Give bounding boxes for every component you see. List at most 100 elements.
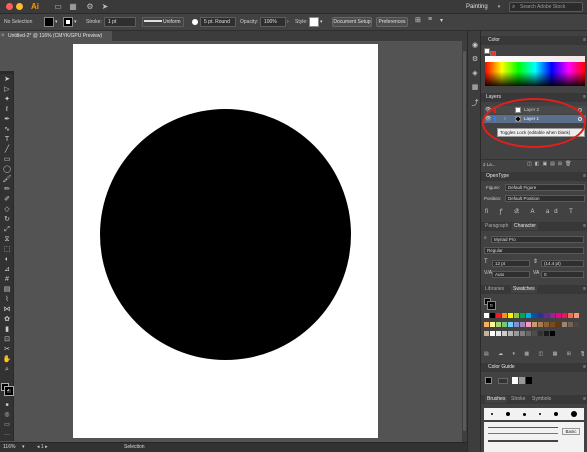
swatch[interactable] <box>502 313 507 318</box>
swatch[interactable] <box>556 322 561 327</box>
gear-icon[interactable]: ⚙ <box>470 55 480 63</box>
symbol-sprayer-tool-icon[interactable]: ✿ <box>1 315 13 324</box>
type-tool-icon[interactable]: T <box>1 135 13 144</box>
swatch[interactable] <box>574 313 579 318</box>
swatch[interactable] <box>496 331 501 336</box>
panel-menu-icon[interactable]: ≡ <box>583 223 586 230</box>
layers-panel-icon[interactable]: ◈ <box>470 69 480 77</box>
font-family-select[interactable]: Myriad Pro <box>491 236 584 243</box>
swatch[interactable] <box>550 313 555 318</box>
draw-mode-icon[interactable]: ◎ <box>1 411 13 420</box>
pen-tool-icon[interactable]: ✒ <box>1 115 13 124</box>
harmony-rules-dropdown[interactable] <box>498 378 508 384</box>
swatch[interactable] <box>568 313 573 318</box>
swatch[interactable] <box>490 322 495 327</box>
preferences-button[interactable]: Preferences <box>376 17 408 27</box>
stock-search-input[interactable]: ⌕ Search Adobe Stock <box>509 2 583 12</box>
export-icon[interactable]: ⤴ <box>470 98 480 108</box>
artboard-nav-icon[interactable]: ◂ 1 ▸ <box>37 444 48 451</box>
hand-tool-icon[interactable]: ✋ <box>1 355 13 364</box>
swatch[interactable] <box>484 322 489 327</box>
line-tool-icon[interactable]: ╱ <box>1 145 13 154</box>
stroke-weight-field[interactable]: 1 pt <box>104 17 136 27</box>
layer-action-icons[interactable]: ◫◧▣▤⊞🗑 <box>527 161 574 168</box>
ellipse-tool-icon[interactable]: ◯ <box>1 165 13 174</box>
arrange-documents-icon[interactable]: ▦ <box>67 2 79 12</box>
panel-menu-icon[interactable]: ≡ <box>583 94 586 101</box>
rectangle-tool-icon[interactable]: ▭ <box>1 155 13 164</box>
shaper-tool-icon[interactable]: ✐ <box>1 195 13 204</box>
fill-swatch[interactable] <box>44 17 54 27</box>
swatch[interactable] <box>490 331 495 336</box>
brush-presets-row[interactable] <box>484 408 584 420</box>
lasso-tool-icon[interactable]: ℓ <box>1 105 13 114</box>
tab-stroke[interactable]: Stroke <box>511 396 525 403</box>
panel-menu-icon[interactable]: ≡ <box>583 286 586 293</box>
swatch[interactable] <box>514 331 519 336</box>
chevron-down-icon[interactable]: ▾ <box>74 19 77 25</box>
swatch[interactable] <box>508 313 513 318</box>
chevron-down-icon[interactable]: ▾ <box>320 19 323 25</box>
swatch[interactable] <box>502 322 507 327</box>
panel-menu-icon[interactable]: ≡ <box>583 396 586 403</box>
swatch[interactable] <box>532 313 537 318</box>
slice-tool-icon[interactable]: ✂ <box>1 345 13 354</box>
eyedropper-tool-icon[interactable]: ⌇ <box>1 295 13 304</box>
swatch[interactable] <box>538 322 543 327</box>
mesh-tool-icon[interactable]: # <box>1 275 13 284</box>
harmony-colors[interactable] <box>512 377 532 384</box>
color-spectrum-top[interactable] <box>485 56 585 62</box>
swatch[interactable] <box>550 322 555 327</box>
panel-menu-icon[interactable]: ≡ <box>583 37 586 44</box>
swatch[interactable] <box>484 331 489 336</box>
close-tab-icon[interactable]: × <box>1 31 7 41</box>
dropdown-icon[interactable]: ▾ <box>440 17 443 24</box>
position-select[interactable]: Default Position <box>505 195 585 202</box>
swatch[interactable] <box>502 331 507 336</box>
shape-builder-tool-icon[interactable]: ◐ <box>1 255 13 264</box>
chevron-down-icon[interactable]: ▾ <box>22 444 25 451</box>
basic-brush-label[interactable]: Basic <box>562 428 580 435</box>
opacity-label[interactable]: Opacity: <box>240 19 258 25</box>
layers-panel-title[interactable]: Layers <box>486 94 501 101</box>
font-style-select[interactable]: Regular <box>484 247 584 254</box>
swatch[interactable] <box>520 331 525 336</box>
swatch[interactable] <box>538 313 543 318</box>
swatch[interactable] <box>508 322 513 327</box>
swatch[interactable] <box>544 313 549 318</box>
screen-mode-icon[interactable]: ▭ <box>1 421 13 430</box>
base-color-swatch[interactable] <box>485 377 492 384</box>
figure-select[interactable]: Default Figure <box>505 184 585 191</box>
swatch[interactable] <box>484 313 489 318</box>
chevron-down-icon[interactable]: ▾ <box>55 19 58 25</box>
swatch[interactable] <box>556 313 561 318</box>
font-size-field[interactable]: 12 pt <box>492 260 530 267</box>
tab-character[interactable]: Character <box>512 223 538 230</box>
color-guide-panel-title[interactable]: Color Guide <box>488 364 515 371</box>
swatch[interactable] <box>544 331 549 336</box>
swatch[interactable] <box>514 313 519 318</box>
color-spectrum[interactable] <box>485 62 585 86</box>
swatch[interactable] <box>520 313 525 318</box>
panel-menu-icon[interactable]: ≡ <box>583 173 586 180</box>
swatch-stroke-indicator[interactable] <box>487 301 496 310</box>
document-setup-button[interactable]: Document Setup <box>332 17 372 27</box>
swatch[interactable] <box>544 322 549 327</box>
selection-tool-icon[interactable]: ➤ <box>1 75 13 84</box>
zoom-level[interactable]: 116% <box>3 444 15 451</box>
grid-icon[interactable]: ▦ <box>470 83 480 91</box>
swatch[interactable] <box>496 313 501 318</box>
swatch[interactable] <box>526 313 531 318</box>
variable-width-profile[interactable]: Uniform <box>142 17 184 27</box>
pencil-tool-icon[interactable]: ✏ <box>1 185 13 194</box>
width-tool-icon[interactable]: ⧖ <box>1 235 13 244</box>
curvature-tool-icon[interactable]: ∿ <box>1 125 13 134</box>
tab-paragraph[interactable]: Paragraph <box>485 223 508 230</box>
swatch[interactable] <box>568 322 573 327</box>
tracking-field[interactable]: 0 <box>541 271 584 278</box>
menu-icon[interactable]: ≡ <box>428 16 432 23</box>
magic-wand-tool-icon[interactable]: ✦ <box>1 95 13 104</box>
direct-selection-tool-icon[interactable]: ▷ <box>1 85 13 94</box>
perspective-grid-tool-icon[interactable]: ⊿ <box>1 265 13 274</box>
eraser-tool-icon[interactable]: ◇ <box>1 205 13 214</box>
